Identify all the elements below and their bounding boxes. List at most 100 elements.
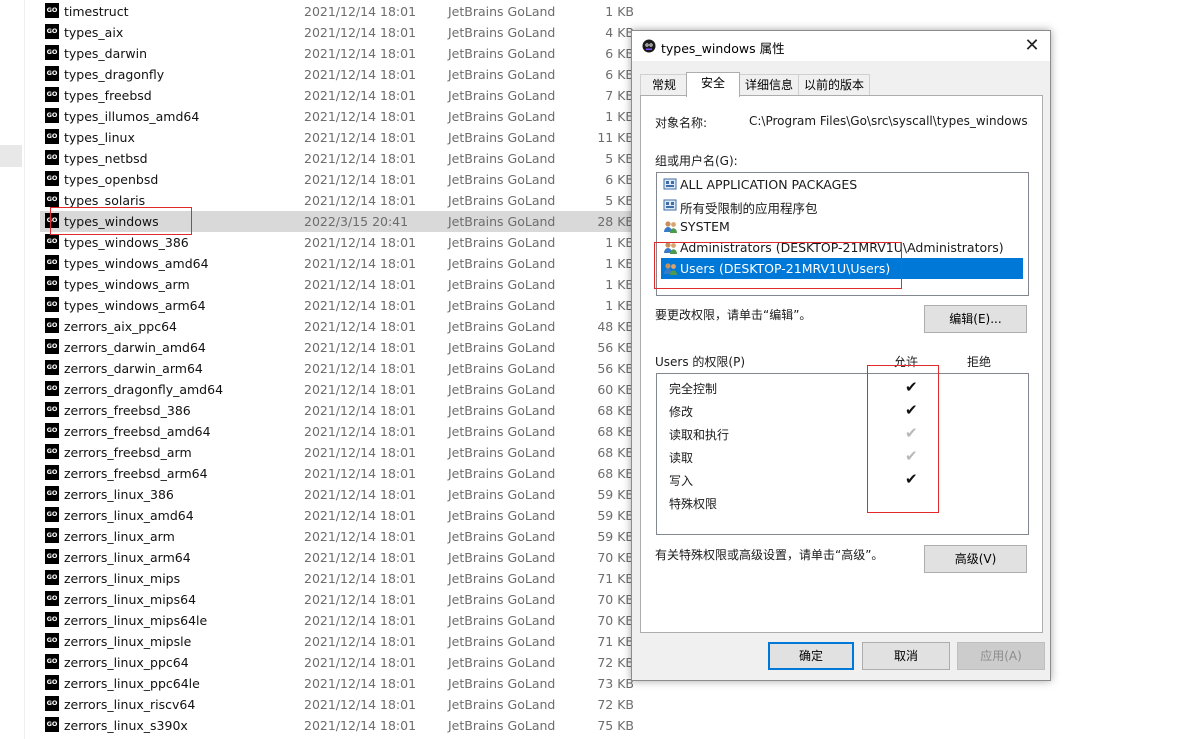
file-row[interactable]: GO types_illumos_amd64 2021/12/14 18:01 Jet… (40, 106, 640, 127)
file-name: zerrors_linux_arm (64, 529, 175, 544)
ok-button[interactable]: 确定 (768, 642, 854, 670)
ok-button-label: 确定 (798, 649, 823, 663)
file-type: JetBrains GoLand (448, 592, 556, 607)
tab-details[interactable]: 详细信息 (738, 74, 800, 96)
file-size: 1 KB (605, 109, 634, 124)
security-panel: 对象名称: C:\Program Files\Go\src\syscall\ty… (640, 95, 1043, 633)
file-row[interactable]: GO zerrors_linux_mips 2021/12/14 18:01 JetB… (40, 568, 640, 589)
tab-general[interactable]: 常规 (640, 74, 688, 96)
file-type: JetBrains GoLand (448, 25, 556, 40)
file-row[interactable]: GO types_netbsd 2021/12/14 18:01 JetBrains … (40, 148, 640, 169)
left-divider (24, 0, 25, 739)
file-row[interactable]: GO zerrors_freebsd_arm64 2021/12/14 18:01 J… (40, 463, 640, 484)
file-row[interactable]: GO zerrors_linux_s390x 2021/12/14 18:01 Jet… (40, 715, 640, 736)
file-size: 70 KB (597, 550, 634, 565)
file-type: JetBrains GoLand (448, 130, 556, 145)
user-list-item[interactable]: 所有受限制的应用程序包 (661, 195, 1023, 216)
go-file-icon: GO (45, 150, 59, 165)
file-name: zerrors_linux_mips64 (64, 592, 197, 607)
cancel-button[interactable]: 取消 (862, 642, 950, 670)
file-date: 2021/12/14 18:01 (304, 193, 417, 208)
file-size: 56 KB (597, 361, 634, 376)
file-type: JetBrains GoLand (448, 571, 556, 586)
file-date: 2021/12/14 18:01 (304, 25, 417, 40)
file-row[interactable]: GO types_windows_arm64 2021/12/14 18:01 Jet… (40, 295, 640, 316)
file-row[interactable]: GO types_openbsd 2021/12/14 18:01 JetBrains… (40, 169, 640, 190)
file-row[interactable]: GO zerrors_darwin_arm64 2021/12/14 18:01 Je… (40, 358, 640, 379)
file-row[interactable]: GO types_dragonfly 2021/12/14 18:01 JetBrai… (40, 64, 640, 85)
file-type: JetBrains GoLand (448, 718, 556, 733)
file-row[interactable]: GO zerrors_freebsd_386 2021/12/14 18:01 Jet… (40, 400, 640, 421)
file-row[interactable]: GO zerrors_linux_riscv64 2021/12/14 18:01 J… (40, 694, 640, 715)
file-date: 2021/12/14 18:01 (304, 466, 417, 481)
tab-label: 以前的版本 (803, 78, 864, 92)
file-row[interactable]: GO types_windows_amd64 2021/12/14 18:01 Jet… (40, 253, 640, 274)
app-package-icon (663, 178, 677, 190)
file-size: 73 KB (597, 676, 634, 691)
tab-security[interactable]: 安全 (686, 72, 740, 97)
file-date: 2021/12/14 18:01 (304, 88, 417, 103)
file-row[interactable]: GO zerrors_linux_ppc64le 2021/12/14 18:01 J… (40, 673, 640, 694)
file-name: zerrors_linux_386 (64, 487, 174, 502)
file-row[interactable]: GO types_darwin 2021/12/14 18:01 JetBrains … (40, 43, 640, 64)
file-row[interactable]: GO types_linux 2021/12/14 18:01 JetBrains G… (40, 127, 640, 148)
file-row[interactable]: GO types_aix 2021/12/14 18:01 JetBrains GoL… (40, 22, 640, 43)
file-row[interactable]: GO zerrors_linux_mips64 2021/12/14 18:01 Je… (40, 589, 640, 610)
file-row[interactable]: GO zerrors_linux_mipsle 2021/12/14 18:01 Je… (40, 631, 640, 652)
file-date: 2021/12/14 18:01 (304, 256, 417, 271)
close-button[interactable]: ✕ (1020, 34, 1044, 58)
edit-button[interactable]: 编辑(E)... (924, 305, 1027, 333)
file-size: 5 KB (605, 151, 634, 166)
go-file-icon: GO (45, 675, 59, 690)
advanced-button-label: 高级(V) (954, 552, 997, 566)
file-row[interactable]: GO types_windows_386 2021/12/14 18:01 JetBr… (40, 232, 640, 253)
permission-row: 读取 ✔ (669, 446, 1019, 468)
edit-button-label: 编辑(E)... (949, 312, 1002, 326)
file-row[interactable]: GO zerrors_linux_arm 2021/12/14 18:01 JetBr… (40, 526, 640, 547)
file-name: zerrors_linux_amd64 (64, 508, 194, 523)
file-date: 2021/12/14 18:01 (304, 718, 417, 733)
file-row[interactable]: GO zerrors_linux_arm64 2021/12/14 18:01 Jet… (40, 547, 640, 568)
file-date: 2021/12/14 18:01 (304, 361, 417, 376)
file-type: JetBrains GoLand (448, 67, 556, 82)
go-file-icon: GO (45, 381, 59, 396)
file-date: 2021/12/14 18:01 (304, 151, 417, 166)
file-type: JetBrains GoLand (448, 529, 556, 544)
go-file-icon: GO (45, 87, 59, 102)
file-row[interactable]: GO zerrors_linux_mips64le 2021/12/14 18:01… (40, 610, 640, 631)
file-row[interactable]: GO zerrors_freebsd_amd64 2021/12/14 18:01 J… (40, 421, 640, 442)
file-type: JetBrains GoLand (448, 634, 556, 649)
file-row[interactable]: GO zerrors_aix_ppc64 2021/12/14 18:01 JetBr… (40, 316, 640, 337)
file-date: 2021/12/14 18:01 (304, 508, 417, 523)
file-row[interactable]: GO types_windows_arm 2021/12/14 18:01 JetBr… (40, 274, 640, 295)
file-row[interactable]: GO types_freebsd 2021/12/14 18:01 JetBrains… (40, 85, 640, 106)
user-list-item[interactable]: SYSTEM (661, 216, 1023, 237)
file-name: zerrors_linux_mipsle (64, 634, 192, 649)
file-size: 68 KB (597, 445, 634, 460)
file-name: types_netbsd (64, 151, 148, 166)
goland-app-icon (642, 39, 656, 53)
go-file-icon: GO (45, 339, 59, 354)
file-type: JetBrains GoLand (448, 172, 556, 187)
advanced-button[interactable]: 高级(V) (924, 545, 1027, 573)
apply-button[interactable]: 应用(A) (957, 642, 1045, 670)
change-permission-hint: 要更改权限，请单击“编辑”。 (655, 308, 812, 322)
tab-previous-versions[interactable]: 以前的版本 (798, 74, 870, 96)
file-name: timestruct (64, 4, 129, 19)
file-name: types_freebsd (64, 88, 152, 103)
file-size: 48 KB (597, 319, 634, 334)
file-type: JetBrains GoLand (448, 340, 556, 355)
file-row[interactable]: GO zerrors_linux_ppc64 2021/12/14 18:01 Jet… (40, 652, 640, 673)
file-row[interactable]: GO timestruct 2021/12/14 18:01 JetBrains Go… (40, 1, 640, 22)
go-file-icon: GO (45, 696, 59, 711)
user-list-item[interactable]: ALL APPLICATION PACKAGES (661, 174, 1023, 195)
file-date: 2021/12/14 18:01 (304, 46, 417, 61)
file-type: JetBrains GoLand (448, 193, 556, 208)
file-row[interactable]: GO zerrors_dragonfly_amd64 2021/12/14 18:0… (40, 379, 640, 400)
go-file-icon: GO (45, 423, 59, 438)
file-row[interactable]: GO zerrors_linux_386 2021/12/14 18:01 JetBr… (40, 484, 640, 505)
file-row[interactable]: GO zerrors_linux_amd64 2021/12/14 18:01 Jet… (40, 505, 640, 526)
cancel-button-label: 取消 (893, 649, 918, 663)
file-row[interactable]: GO zerrors_freebsd_arm 2021/12/14 18:01 Jet… (40, 442, 640, 463)
file-row[interactable]: GO zerrors_darwin_amd64 2021/12/14 18:01 Je… (40, 337, 640, 358)
